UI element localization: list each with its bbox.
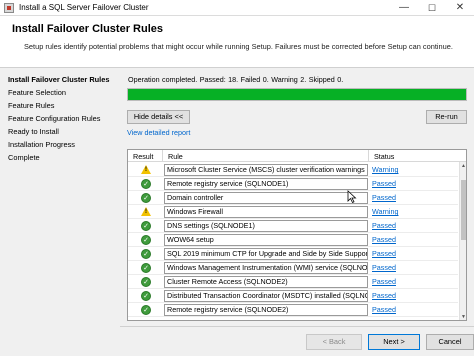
hide-details-button[interactable]: Hide details <<	[127, 110, 190, 124]
scroll-down-arrow-icon[interactable]: ▼	[461, 314, 466, 320]
close-button[interactable]: ✕	[446, 0, 474, 16]
next-button[interactable]: Next >	[368, 334, 420, 350]
grid-scrollbar[interactable]: ▲ ▼	[459, 162, 466, 320]
status-link[interactable]: Passed	[372, 277, 396, 286]
status-link[interactable]: Passed	[372, 235, 396, 244]
sql-setup-app-icon	[4, 3, 14, 13]
scroll-up-arrow-icon[interactable]: ▲	[461, 163, 466, 169]
sidebar-item-feature-configuration-rules[interactable]: Feature Configuration Rules	[8, 114, 100, 123]
passed-icon: ✓	[141, 179, 151, 189]
rules-grid: Result Rule Status ! Microsoft Cluster S…	[127, 149, 467, 321]
grid-header: Result Rule Status	[128, 150, 466, 162]
rule-name: Remote registry service (SQLNODE1)	[164, 178, 368, 190]
rule-name: Microsoft Cluster Service (MSCS) cluster…	[164, 164, 368, 176]
scroll-thumb[interactable]	[461, 180, 466, 240]
rule-name: SQL 2019 minimum CTP for Upgrade and Sid…	[164, 248, 368, 260]
rule-name: Remote registry service (SQLNODE2)	[164, 304, 368, 316]
table-row[interactable]: ✓ WOW64 setup Passed	[128, 233, 458, 247]
sidebar-item-ready-to-install[interactable]: Ready to Install	[8, 127, 59, 136]
column-header-rule[interactable]: Rule	[168, 152, 183, 161]
column-header-result[interactable]: Result	[133, 152, 153, 161]
passed-icon: ✓	[141, 277, 151, 287]
passed-icon: ✓	[141, 249, 151, 259]
table-row[interactable]: ✓ SQL 2019 minimum CTP for Upgrade and S…	[128, 247, 458, 261]
rules-progress-bar	[127, 88, 467, 101]
steps-sidebar: Install Failover Cluster Rules Feature S…	[0, 68, 120, 356]
back-button[interactable]: < Back	[306, 334, 362, 350]
status-link[interactable]: Passed	[372, 221, 396, 230]
page-header: Install Failover Cluster Rules Setup rul…	[0, 16, 474, 68]
rule-name: DNS settings (SQLNODE1)	[164, 220, 368, 232]
table-row[interactable]: ! Windows Firewall Warning	[128, 205, 458, 219]
table-row[interactable]: ✓ Cluster Remote Access (SQLNODE2) Passe…	[128, 275, 458, 289]
table-row[interactable]: ✓ Distributed Transaction Coordinator (M…	[128, 289, 458, 303]
table-row[interactable]: ! Microsoft Cluster Service (MSCS) clust…	[128, 163, 458, 177]
warning-exclamation-icon: !	[145, 167, 147, 173]
cancel-button[interactable]: Cancel	[426, 334, 474, 350]
passed-icon: ✓	[141, 193, 151, 203]
rule-name: Windows Firewall	[164, 206, 368, 218]
rule-name: Windows Management Instrumentation (WMI)…	[164, 262, 368, 274]
passed-icon: ✓	[141, 305, 151, 315]
column-divider[interactable]	[162, 150, 163, 162]
rule-name: Cluster Remote Access (SQLNODE2)	[164, 276, 368, 288]
warning-exclamation-icon: !	[145, 209, 147, 215]
passed-icon: ✓	[141, 263, 151, 273]
main-panel: Operation completed. Passed: 18. Failed …	[120, 68, 474, 356]
table-row[interactable]: ✓ Remote registry service (SQLNODE1) Pas…	[128, 177, 458, 191]
passed-icon: ✓	[141, 291, 151, 301]
sidebar-item-complete[interactable]: Complete	[8, 153, 40, 162]
status-link[interactable]: Passed	[372, 291, 396, 300]
status-link[interactable]: Passed	[372, 193, 396, 202]
status-link[interactable]: Passed	[372, 179, 396, 188]
minimize-button[interactable]: —	[390, 0, 418, 16]
status-link[interactable]: Warning	[372, 207, 399, 216]
window-titlebar: Install a SQL Server Failover Cluster — …	[0, 0, 474, 16]
view-detailed-report-link[interactable]: View detailed report	[127, 128, 190, 137]
column-header-status[interactable]: Status	[374, 152, 394, 161]
sidebar-item-install-failover-cluster-rules[interactable]: Install Failover Cluster Rules	[8, 75, 109, 84]
page-title: Install Failover Cluster Rules	[12, 23, 163, 35]
sidebar-item-feature-selection[interactable]: Feature Selection	[8, 88, 66, 97]
table-row[interactable]: ✓ Remote registry service (SQLNODE2) Pas…	[128, 303, 458, 317]
rule-name: WOW64 setup	[164, 234, 368, 246]
column-divider[interactable]	[368, 150, 369, 162]
table-row[interactable]: ✓ Windows Management Instrumentation (WM…	[128, 261, 458, 275]
rule-name: Distributed Transaction Coordinator (MSD…	[164, 290, 368, 302]
window-title: Install a SQL Server Failover Cluster	[19, 3, 149, 12]
table-row[interactable]: ✓ DNS settings (SQLNODE1) Passed	[128, 219, 458, 233]
passed-icon: ✓	[141, 221, 151, 231]
maximize-button[interactable]: ☐	[418, 0, 446, 16]
page-description: Setup rules identify potential problems …	[24, 42, 453, 51]
operation-summary: Operation completed. Passed: 18. Failed …	[128, 75, 344, 84]
rule-name: Domain controller	[164, 192, 368, 204]
progress-fill	[128, 89, 466, 100]
footer-divider	[120, 326, 474, 327]
mouse-cursor-icon	[347, 190, 357, 204]
status-link[interactable]: Passed	[372, 305, 396, 314]
rerun-button[interactable]: Re-run	[426, 110, 467, 124]
status-link[interactable]: Passed	[372, 263, 396, 272]
status-link[interactable]: Warning	[372, 165, 399, 174]
table-row[interactable]: ✓ Domain controller Passed	[128, 191, 458, 205]
status-link[interactable]: Passed	[372, 249, 396, 258]
sidebar-item-feature-rules[interactable]: Feature Rules	[8, 101, 54, 110]
passed-icon: ✓	[141, 235, 151, 245]
sidebar-item-installation-progress[interactable]: Installation Progress	[8, 140, 75, 149]
